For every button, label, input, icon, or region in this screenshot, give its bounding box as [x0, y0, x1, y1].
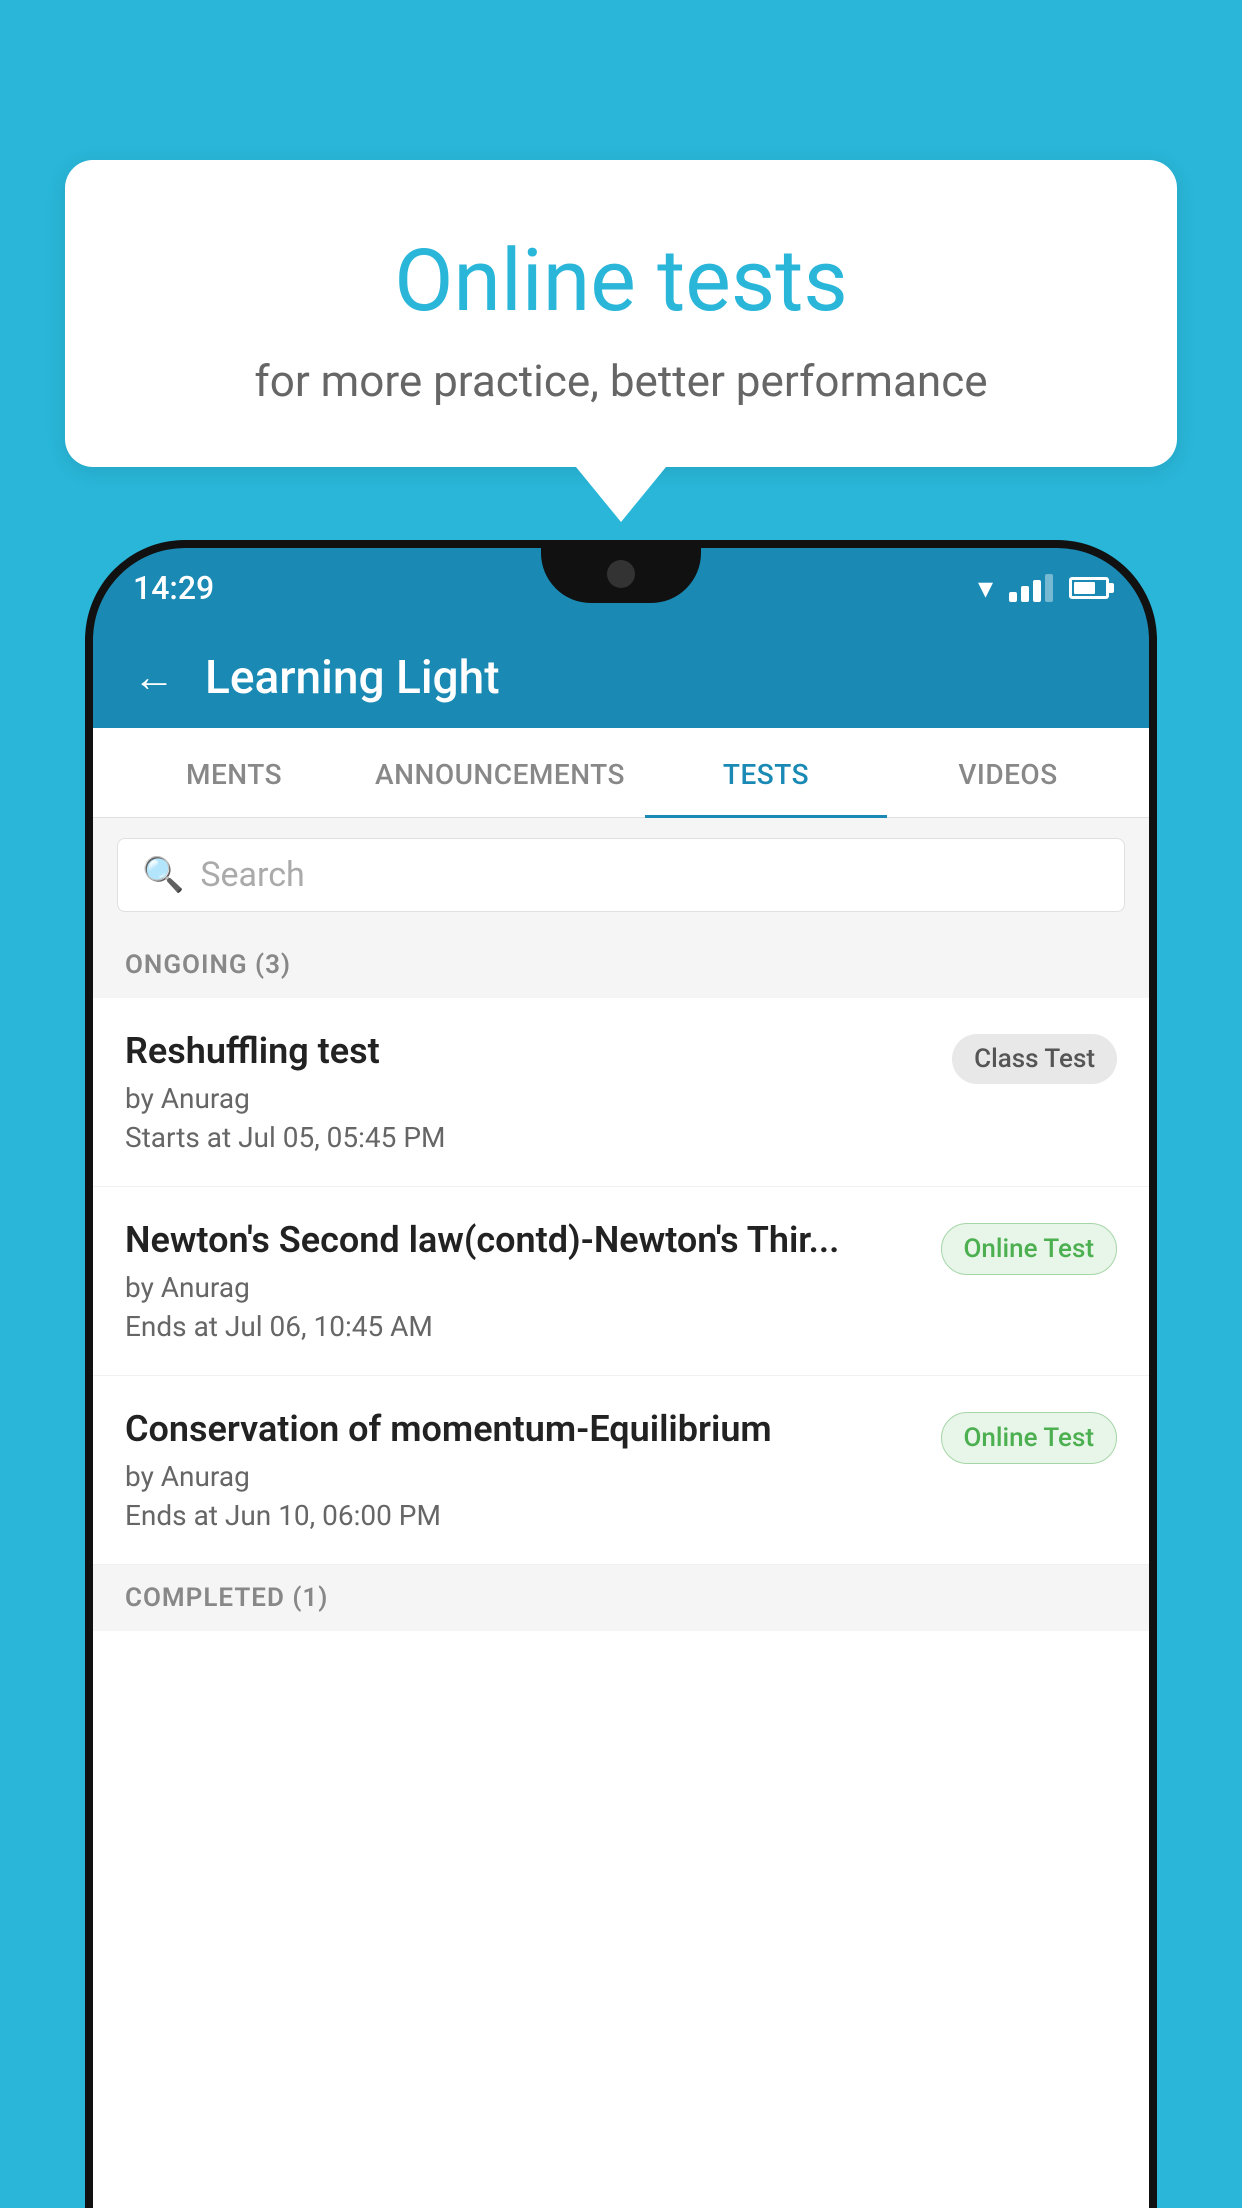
- test-name-newtons: Newton's Second law(contd)-Newton's Thir…: [125, 1219, 921, 1261]
- completed-section-header: COMPLETED (1): [93, 1565, 1149, 1631]
- battery-fill: [1074, 582, 1095, 594]
- speech-bubble-container: Online tests for more practice, better p…: [65, 160, 1177, 522]
- app-title: Learning Light: [205, 651, 500, 705]
- speech-bubble-arrow: [576, 467, 666, 522]
- tabs: MENTS ANNOUNCEMENTS TESTS VIDEOS: [93, 728, 1149, 818]
- test-time-newtons: Ends at Jul 06, 10:45 AM: [125, 1310, 921, 1343]
- status-time: 14:29: [133, 569, 214, 607]
- ongoing-label: ONGOING (3): [125, 950, 291, 980]
- test-badge-class-reshuffling: Class Test: [952, 1034, 1117, 1084]
- ongoing-section-header: ONGOING (3): [93, 932, 1149, 998]
- test-item-conservation[interactable]: Conservation of momentum-Equilibrium by …: [93, 1376, 1149, 1565]
- tab-videos[interactable]: VIDEOS: [887, 728, 1129, 817]
- search-icon: 🔍: [142, 855, 184, 895]
- test-by-reshuffling: by Anurag: [125, 1082, 932, 1115]
- signal-bar-2: [1021, 586, 1029, 602]
- phone-screen: 14:29 ▾: [93, 548, 1149, 2208]
- status-bar: 14:29 ▾: [93, 548, 1149, 628]
- wifi-icon: ▾: [978, 571, 993, 606]
- test-by-conservation: by Anurag: [125, 1460, 921, 1493]
- phone-frame: 14:29 ▾: [85, 540, 1157, 2208]
- tab-tests[interactable]: TESTS: [645, 728, 887, 818]
- search-placeholder: Search: [200, 855, 304, 895]
- test-by-newtons: by Anurag: [125, 1271, 921, 1304]
- tab-announcements[interactable]: ANNOUNCEMENTS: [355, 728, 645, 817]
- test-badge-online-conservation: Online Test: [941, 1412, 1118, 1464]
- signal-bar-3: [1033, 580, 1041, 602]
- test-name-conservation: Conservation of momentum-Equilibrium: [125, 1408, 921, 1450]
- test-time-conservation: Ends at Jun 10, 06:00 PM: [125, 1499, 921, 1532]
- battery-icon: [1069, 577, 1109, 599]
- tab-ments[interactable]: MENTS: [113, 728, 355, 817]
- test-badge-online-newtons: Online Test: [941, 1223, 1118, 1275]
- bubble-subtitle: for more practice, better performance: [145, 355, 1097, 407]
- signal-bar-4: [1045, 574, 1053, 602]
- signal-bar-1: [1009, 592, 1017, 602]
- speech-bubble: Online tests for more practice, better p…: [65, 160, 1177, 467]
- bubble-title: Online tests: [145, 230, 1097, 331]
- notch: [541, 548, 701, 603]
- search-bar[interactable]: 🔍 Search: [117, 838, 1125, 912]
- test-info-newtons: Newton's Second law(contd)-Newton's Thir…: [125, 1219, 941, 1343]
- test-item-newtons[interactable]: Newton's Second law(contd)-Newton's Thir…: [93, 1187, 1149, 1376]
- signal-bars-icon: [1009, 574, 1053, 602]
- completed-label: COMPLETED (1): [125, 1583, 328, 1613]
- test-info-reshuffling: Reshuffling test by Anurag Starts at Jul…: [125, 1030, 952, 1154]
- camera-dot: [607, 560, 635, 588]
- screen-content: MENTS ANNOUNCEMENTS TESTS VIDEOS 🔍 Searc…: [93, 728, 1149, 2208]
- test-item-reshuffling[interactable]: Reshuffling test by Anurag Starts at Jul…: [93, 998, 1149, 1187]
- app-header: ← Learning Light: [93, 628, 1149, 728]
- search-container: 🔍 Search: [93, 818, 1149, 932]
- battery-tip: [1109, 583, 1114, 593]
- back-button[interactable]: ←: [133, 657, 175, 699]
- test-info-conservation: Conservation of momentum-Equilibrium by …: [125, 1408, 941, 1532]
- status-icons: ▾: [978, 571, 1109, 606]
- phone-inner: 14:29 ▾: [93, 548, 1149, 2208]
- test-time-reshuffling: Starts at Jul 05, 05:45 PM: [125, 1121, 932, 1154]
- test-name-reshuffling: Reshuffling test: [125, 1030, 932, 1072]
